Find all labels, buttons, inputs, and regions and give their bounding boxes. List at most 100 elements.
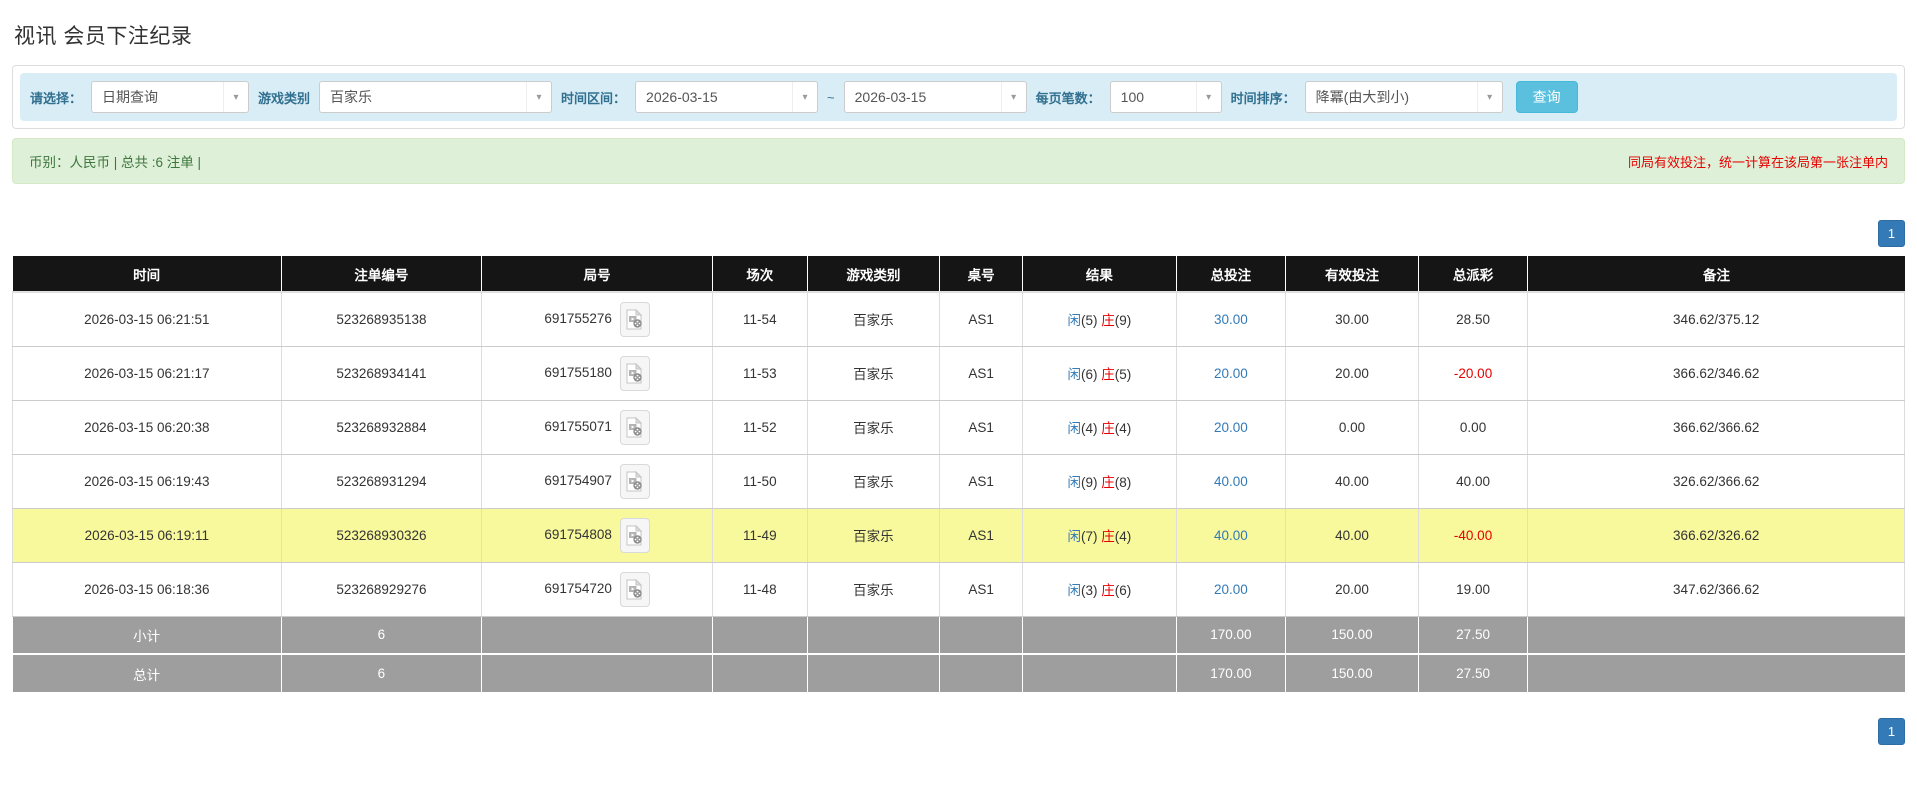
cell-valid-bet: 30.00 (1285, 292, 1419, 347)
table-footer: 小计 6 170.00 150.00 27.50 总计 6 170.00 150.00 27.50 (12, 616, 1905, 692)
cell-total-bet: 40.00 (1176, 508, 1287, 563)
summary-label: 总计 (12, 654, 282, 692)
payout-value: -40.00 (1453, 527, 1493, 543)
column-header-table: 桌号 (939, 256, 1024, 293)
cell-time: 2026-03-15 06:18:36 (12, 562, 282, 617)
table-row: 2026-03-15 06:18:36 523268929276 691754720… (12, 562, 1905, 617)
total-bet-link[interactable]: 40.00 (1214, 528, 1248, 543)
column-header-valid-bet: 有效投注 (1285, 256, 1419, 293)
column-header-bet-id: 注单编号 (281, 256, 483, 293)
pagination-top: 1 (12, 220, 1905, 247)
payout-value: 19.00 (1456, 581, 1490, 597)
table-row: 2026-03-15 06:21:51 523268935138 691755276… (12, 292, 1905, 347)
cell-total-bet: 20.00 (1176, 562, 1287, 617)
records-table: 时间 注单编号 局号 场次 游戏类别 桌号 结果 总投注 有效投注 总派彩 备注… (12, 256, 1905, 692)
summary-total-bet: 170.00 (1176, 654, 1287, 692)
cell-note: 347.62/366.62 (1527, 562, 1905, 617)
cell-session: 11-48 (712, 562, 808, 617)
currency-summary-text: 币别：人民币 | 总共 :6 注单 | (29, 155, 202, 170)
chevron-down-icon[interactable]: ▾ (223, 82, 248, 112)
chevron-down-icon[interactable]: ▾ (1195, 82, 1221, 112)
total-bet-link[interactable]: 20.00 (1214, 420, 1248, 435)
per-page-select[interactable]: 100 ▾ (1109, 81, 1222, 113)
game-type-label: 游戏类别 (258, 90, 311, 106)
cell-note: 366.62/366.62 (1527, 400, 1905, 455)
search-button[interactable]: 查询 (1515, 81, 1578, 113)
chevron-down-icon[interactable]: ▾ (792, 82, 817, 112)
sort-order-select[interactable]: 降冪(由大到小) ▾ (1304, 81, 1503, 113)
video-record-button[interactable] (619, 301, 650, 337)
cell-payout: 40.00 (1418, 454, 1529, 509)
cell-valid-bet: 40.00 (1285, 508, 1419, 563)
cell-bet-id: 523268929276 (281, 562, 483, 617)
game-type-select[interactable]: 百家乐 ▾ (319, 81, 553, 113)
cell-valid-bet: 20.00 (1285, 346, 1419, 401)
total-bet-link[interactable]: 20.00 (1214, 582, 1248, 597)
query-type-value: 日期查询 (102, 89, 159, 105)
column-header-time: 时间 (12, 256, 282, 293)
video-record-button[interactable] (619, 463, 650, 499)
cell-valid-bet: 20.00 (1285, 562, 1419, 617)
cell-result: 闲(3) 庄(6) (1022, 562, 1177, 617)
cell-valid-bet: 0.00 (1285, 400, 1419, 455)
payout-value: 0.00 (1459, 419, 1487, 435)
summary-payout: 27.50 (1418, 616, 1529, 655)
cell-game-type: 百家乐 (807, 454, 941, 509)
cell-result: 闲(7) 庄(4) (1022, 508, 1177, 563)
video-record-button[interactable] (619, 355, 650, 391)
chevron-down-icon[interactable]: ▾ (1000, 82, 1026, 112)
cell-time: 2026-03-15 06:19:43 (12, 454, 282, 509)
cell-game-type: 百家乐 (807, 562, 941, 617)
chevron-down-icon[interactable]: ▾ (526, 82, 551, 112)
cell-note: 326.62/366.62 (1527, 454, 1905, 509)
payout-value: -20.00 (1453, 365, 1493, 381)
date-from-value[interactable]: 2026-03-15 (636, 89, 792, 105)
date-from-picker[interactable]: 2026-03-15 ▾ (635, 81, 819, 113)
result-banker-label: 庄 (1101, 421, 1115, 436)
column-header-payout: 总派彩 (1418, 256, 1529, 293)
sort-order-value: 降冪(由大到小) (1315, 89, 1409, 105)
summary-bar: 币别：人民币 | 总共 :6 注单 | 同局有效投注，统一计算在该局第一张注单内 (12, 138, 1905, 184)
video-record-button[interactable] (619, 409, 650, 445)
total-bet-link[interactable]: 20.00 (1214, 366, 1248, 381)
cell-round: 691755180 (481, 346, 714, 401)
cell-bet-id: 523268935138 (281, 292, 483, 347)
table-body: 2026-03-15 06:21:51 523268935138 691755276… (12, 292, 1905, 617)
query-type-select[interactable]: 日期查询 ▾ (91, 81, 250, 113)
video-record-button[interactable] (619, 571, 650, 607)
summary-count: 6 (281, 616, 483, 655)
cell-bet-id: 523268931294 (281, 454, 483, 509)
result-player-label: 闲 (1067, 313, 1082, 329)
column-header-round: 局号 (481, 256, 714, 293)
chevron-down-icon[interactable]: ▾ (1476, 82, 1502, 112)
round-number: 691754720 (544, 580, 612, 596)
film-document-icon (626, 578, 643, 599)
payout-value: 28.50 (1456, 311, 1490, 327)
round-number: 691755071 (544, 418, 612, 434)
video-record-button[interactable] (619, 517, 650, 553)
result-banker-label: 庄 (1101, 367, 1115, 382)
cell-game-type: 百家乐 (807, 346, 941, 401)
result-player-label: 闲 (1067, 421, 1082, 436)
cell-payout: 28.50 (1418, 292, 1529, 347)
date-to-picker[interactable]: 2026-03-15 ▾ (843, 81, 1027, 113)
result-player-score: (6) (1081, 367, 1098, 382)
cell-result: 闲(9) 庄(8) (1022, 454, 1177, 509)
column-header-note: 备注 (1527, 256, 1905, 293)
total-bet-link[interactable]: 30.00 (1214, 312, 1248, 327)
film-document-icon (626, 416, 643, 437)
table-row: 2026-03-15 06:20:38 523268932884 691755071… (12, 400, 1905, 455)
date-to-value[interactable]: 2026-03-15 (845, 89, 1001, 105)
cell-payout: 0.00 (1418, 400, 1529, 455)
result-banker-score: (9) (1114, 313, 1132, 329)
result-banker-score: (6) (1114, 583, 1132, 598)
summary-total-bet: 170.00 (1176, 616, 1287, 655)
date-range-separator: ~ (827, 89, 835, 105)
cell-session: 11-52 (712, 400, 808, 455)
cell-round: 691754808 (481, 508, 714, 563)
result-player-label: 闲 (1067, 583, 1082, 598)
cell-total-bet: 40.00 (1176, 454, 1287, 509)
total-bet-link[interactable]: 40.00 (1214, 474, 1248, 489)
page-1-button[interactable]: 1 (1878, 718, 1905, 745)
page-1-button[interactable]: 1 (1878, 220, 1905, 247)
